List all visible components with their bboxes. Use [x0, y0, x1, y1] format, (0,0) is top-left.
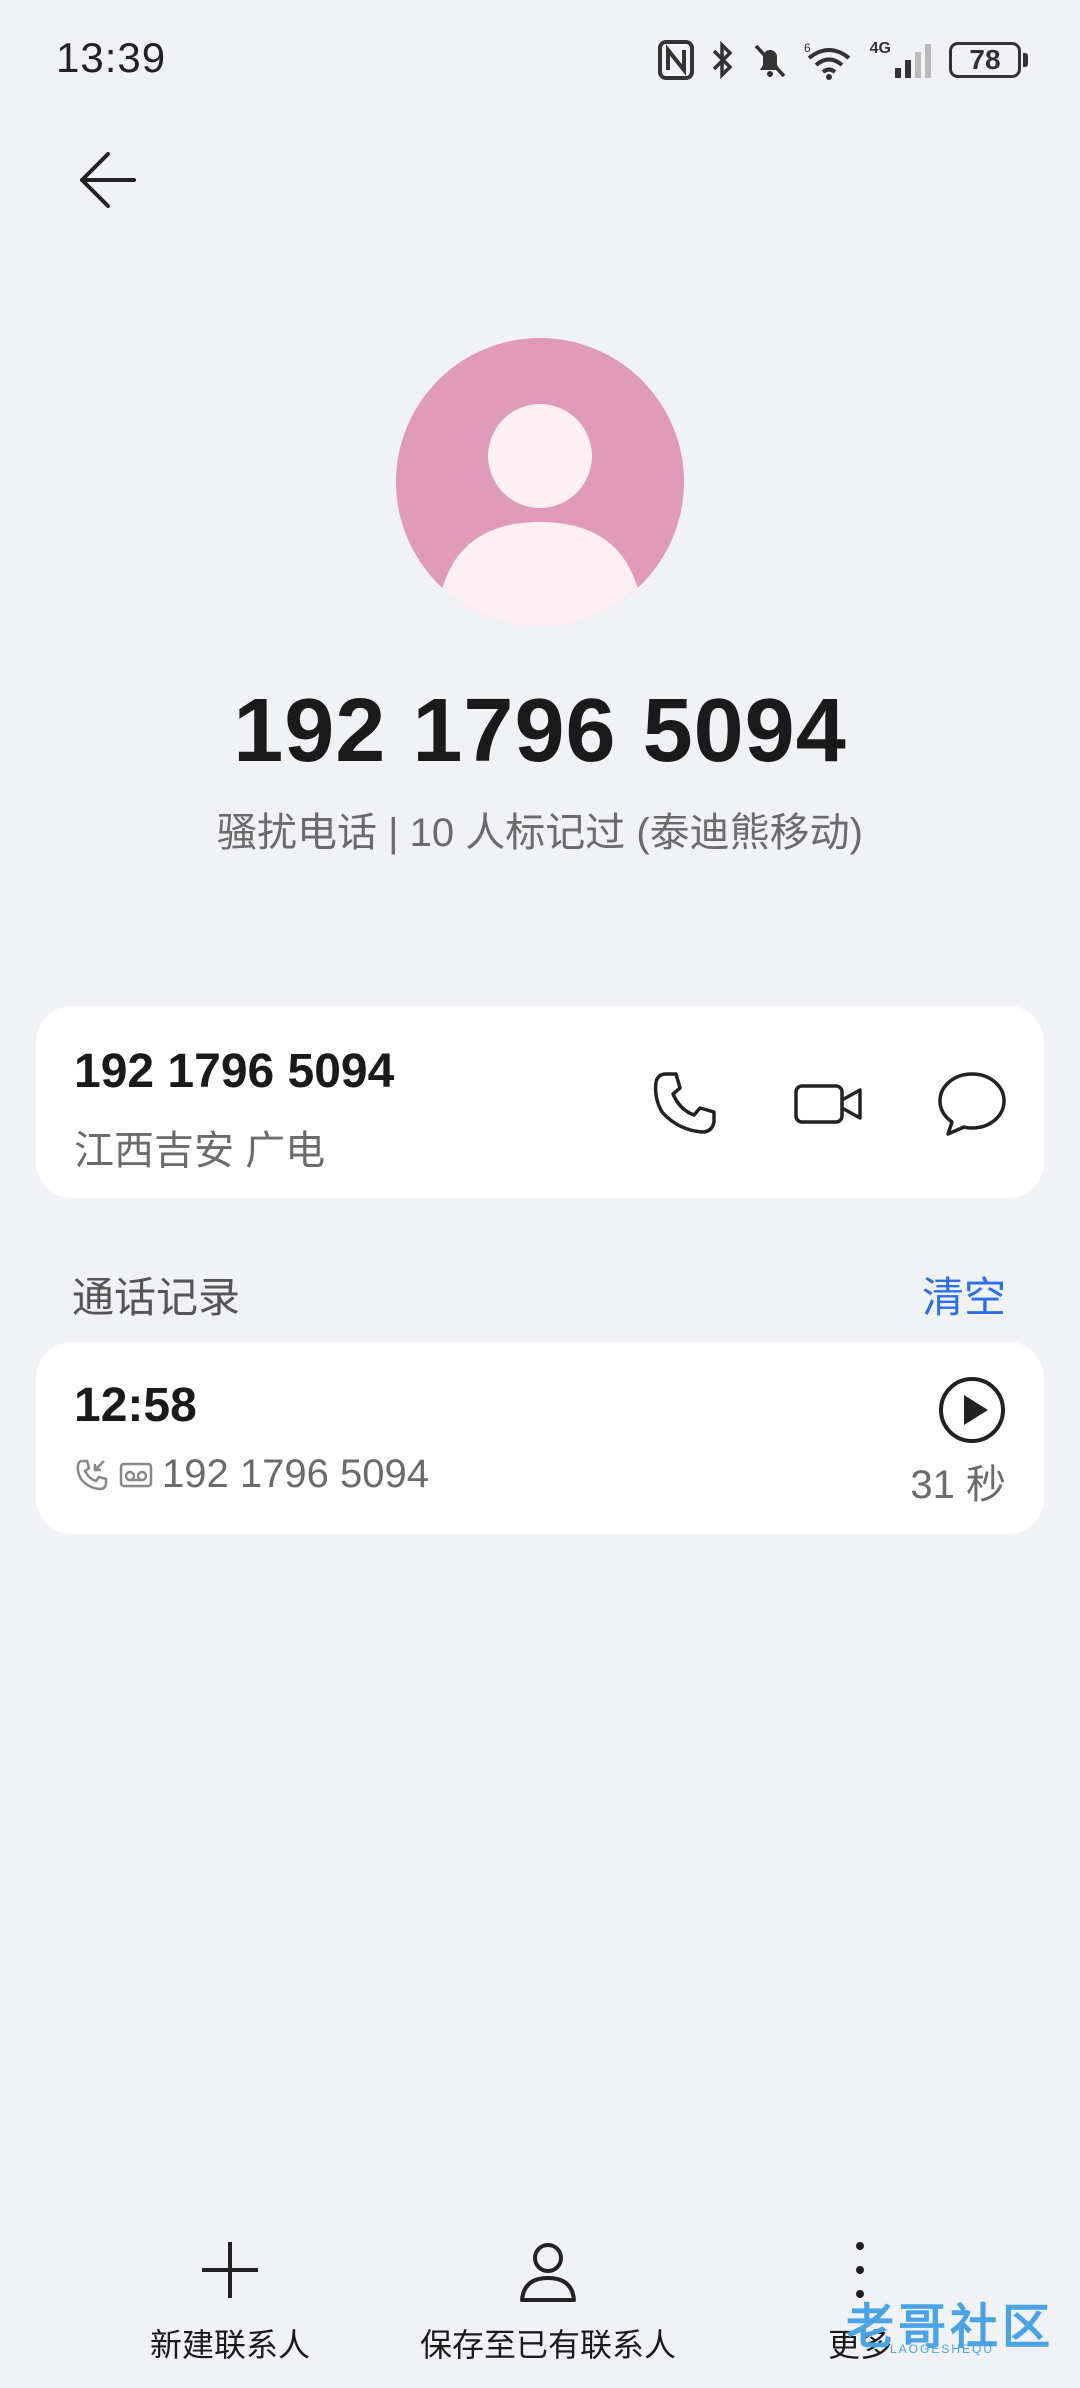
- play-recording-button[interactable]: [936, 1374, 1008, 1446]
- person-outline-icon: [520, 2243, 576, 2302]
- battery-icon: 78: [949, 42, 1028, 78]
- call-log-title: 通话记录: [72, 1274, 241, 1321]
- spam-tag-line: 骚扰电话 | 10 人标记过 (泰迪熊移动): [217, 811, 863, 855]
- new-contact-label: 新建联系人: [150, 2327, 311, 2363]
- play-icon: [939, 1377, 1005, 1443]
- wifi-icon: 6: [804, 40, 854, 80]
- status-bar: 13:39 6 4G 78: [0, 0, 1080, 120]
- save-to-existing-button[interactable]: 保存至已有联系人: [420, 2230, 676, 2366]
- incoming-call-icon: [76, 1459, 108, 1490]
- plus-icon: [202, 2242, 258, 2298]
- network-label: 4G: [869, 40, 891, 57]
- back-button[interactable]: [70, 142, 146, 218]
- avatar: [396, 338, 684, 626]
- save-to-existing-label: 保存至已有联系人: [420, 2327, 677, 2363]
- phone-number-title: 192 1796 5094: [233, 681, 847, 781]
- person-icon: [440, 404, 640, 626]
- number-location: 江西吉安 广电: [74, 1129, 326, 1173]
- card-number: 192 1796 5094: [74, 1045, 395, 1098]
- watermark-subtext: LAOGESHEQU: [890, 2342, 995, 2356]
- new-contact-button[interactable]: 新建联系人: [150, 2230, 310, 2366]
- call-meta: 192 1796 5094: [74, 1452, 429, 1497]
- clear-call-log-button[interactable]: 清空: [922, 1264, 1006, 1325]
- watermark-logo: 老哥社区 LAOGESHEQU: [830, 2282, 1070, 2362]
- status-time: 13:39: [56, 34, 167, 81]
- status-icons: 6 4G 78: [657, 36, 1028, 84]
- bluetooth-icon: [710, 40, 736, 80]
- call-duration: 31 秒: [910, 1463, 1006, 1507]
- video-call-icon: [794, 1084, 862, 1124]
- contact-detail-page: 13:39 6 4G 78 192 1796 5094 骚扰电话 | 10 人标…: [0, 0, 1080, 2388]
- message-icon: [938, 1072, 1006, 1136]
- video-call-button[interactable]: [788, 1064, 868, 1144]
- mute-icon: [752, 40, 788, 80]
- voicemail-icon: [119, 1462, 153, 1487]
- signal-icon: 4G: [870, 40, 933, 80]
- call-log-entry[interactable]: 12:58 192 1796 5094 31 秒: [36, 1342, 1044, 1534]
- battery-level: 78: [949, 42, 1021, 78]
- call-button[interactable]: [644, 1064, 724, 1144]
- nfc-icon: [657, 40, 694, 80]
- number-card: 192 1796 5094 江西吉安 广电: [36, 1006, 1044, 1198]
- phone-icon: [653, 1072, 716, 1134]
- call-time: 12:58: [74, 1379, 197, 1432]
- call-number: 192 1796 5094: [162, 1452, 429, 1496]
- svg-text:6: 6: [804, 41, 811, 55]
- arrow-left-icon: [80, 152, 136, 208]
- message-button[interactable]: [932, 1064, 1012, 1144]
